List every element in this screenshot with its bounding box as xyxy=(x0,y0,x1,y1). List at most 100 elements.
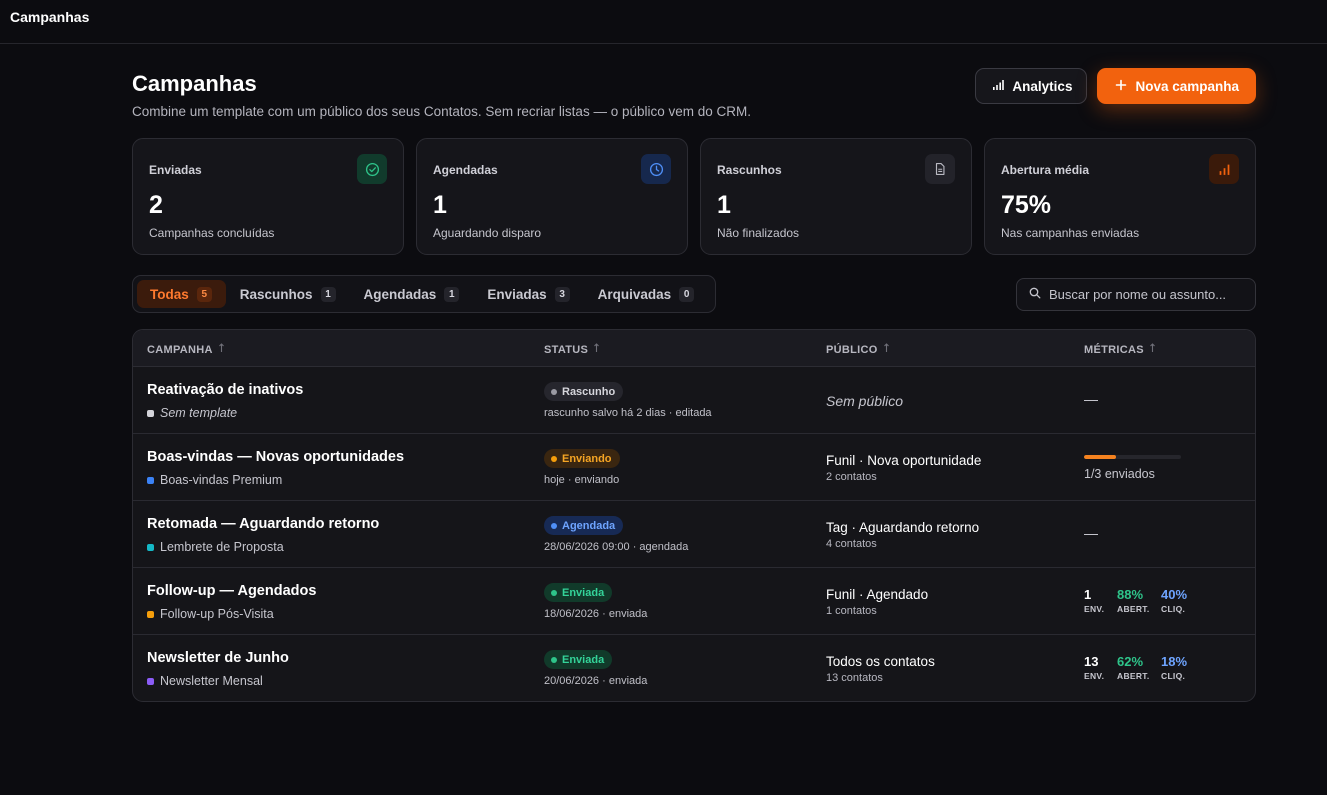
metric-sent: 1 ENV. xyxy=(1084,587,1117,614)
metric-value: 40% xyxy=(1161,587,1188,602)
tab-drafts[interactable]: Rascunhos 1 xyxy=(226,280,350,308)
campaign-name[interactable]: Newsletter de Junho xyxy=(147,650,289,666)
status-badge: Rascunho xyxy=(544,382,624,401)
campaign-template: Sem template xyxy=(147,406,237,420)
stat-sub: Aguardando disparo xyxy=(433,226,542,240)
status-label: Enviada xyxy=(562,653,605,666)
column-header-status[interactable]: STATUS xyxy=(544,343,600,356)
tab-label: Arquivadas xyxy=(597,286,672,302)
metric-open: 88% ABERT. xyxy=(1117,587,1161,614)
plus-icon xyxy=(1115,79,1127,94)
tab-scheduled[interactable]: Agendadas 1 xyxy=(350,280,474,308)
column-header-metrics[interactable]: MÉTRICAS xyxy=(1084,343,1156,356)
campaign-template: Boas-vindas Premium xyxy=(147,473,282,487)
template-name: Sem template xyxy=(160,406,238,420)
audience-count: 4 contatos xyxy=(826,538,877,550)
tab-all[interactable]: Todas 5 xyxy=(137,280,226,308)
new-campaign-button-label: Nova campanha xyxy=(1135,78,1239,94)
stat-card-scheduled: Agendadas 1 Aguardando disparo xyxy=(416,138,688,255)
status-detail: 18/06/2026 · enviada xyxy=(544,608,648,620)
status-dot xyxy=(551,455,557,462)
stat-label: Rascunhos xyxy=(717,163,782,177)
metric-label: ENV. xyxy=(1084,671,1105,681)
status-label: Agendada xyxy=(562,519,616,532)
check-circle-icon xyxy=(357,154,387,184)
column-header-label: CAMPANHA xyxy=(147,343,213,356)
send-progress-bar xyxy=(1084,455,1181,459)
stat-value: 75% xyxy=(1001,191,1052,219)
audience-count: 2 contatos xyxy=(826,471,877,483)
header-actions: Analytics Nova campanha xyxy=(975,68,1256,104)
stat-label: Enviadas xyxy=(149,163,202,177)
status-dot xyxy=(551,522,557,529)
status-detail: hoje · enviando xyxy=(544,474,620,486)
bar-chart-icon xyxy=(1209,154,1239,184)
audience-name: Tag · Aguardando retorno xyxy=(826,520,980,535)
table-row[interactable]: Boas-vindas — Novas oportunidades Boas-v… xyxy=(133,434,1255,501)
stat-value: 1 xyxy=(433,191,447,219)
send-progress-label: 1/3 enviados xyxy=(1084,467,1155,481)
template-color-dot xyxy=(147,677,154,685)
audience-name: Todos os contatos xyxy=(826,654,935,669)
campaign-name[interactable]: Retomada — Aguardando retorno xyxy=(147,516,379,532)
sort-icon xyxy=(218,343,225,356)
tab-label: Todas xyxy=(150,286,189,302)
status-dot xyxy=(551,388,557,395)
table-row[interactable]: Retomada — Aguardando retorno Lembrete d… xyxy=(133,501,1255,568)
status-detail: 20/06/2026 · enviada xyxy=(544,675,648,687)
search-input[interactable] xyxy=(1049,287,1243,302)
status-dot xyxy=(551,656,557,663)
metric-label: ABERT. xyxy=(1117,604,1150,614)
metric-open: 62% ABERT. xyxy=(1117,654,1161,681)
metric-label: ABERT. xyxy=(1117,671,1150,681)
stat-sub: Campanhas concluídas xyxy=(149,226,275,240)
tab-archived[interactable]: Arquivadas 0 xyxy=(584,280,709,308)
search-box[interactable] xyxy=(1016,278,1256,311)
status-tabs: Todas 5 Rascunhos 1 Agendadas 1 Enviadas… xyxy=(132,275,716,313)
metric-click: 40% CLIQ. xyxy=(1161,587,1187,614)
column-header-audience[interactable]: PÚBLICO xyxy=(826,343,890,356)
campaigns-table: CAMPANHA STATUS PÚBLICO MÉTRICAS Reativa… xyxy=(132,329,1256,702)
clock-icon xyxy=(641,154,671,184)
search-icon xyxy=(1029,286,1041,304)
status-badge: Enviada xyxy=(544,650,613,669)
bar-chart-icon xyxy=(992,79,1005,94)
tab-label: Rascunhos xyxy=(239,286,313,302)
new-campaign-button[interactable]: Nova campanha xyxy=(1097,68,1256,104)
stat-sub: Nas campanhas enviadas xyxy=(1001,226,1140,240)
status-label: Enviando xyxy=(562,452,612,465)
tab-count: 1 xyxy=(320,286,336,302)
status-detail: 28/06/2026 09:00 · agendada xyxy=(544,541,689,553)
table-row[interactable]: Follow-up — Agendados Follow-up Pós-Visi… xyxy=(133,568,1255,635)
column-header-label: MÉTRICAS xyxy=(1084,343,1144,356)
column-header-label: PÚBLICO xyxy=(826,343,878,356)
page-header: Campanhas Combine um template com um púb… xyxy=(132,68,1256,128)
template-color-dot xyxy=(147,610,154,618)
campaign-name[interactable]: Reativação de inativos xyxy=(147,382,303,398)
campaign-template: Newsletter Mensal xyxy=(147,674,263,688)
stat-label: Abertura média xyxy=(1001,163,1090,177)
campaign-template: Lembrete de Proposta xyxy=(147,540,284,554)
tab-count: 1 xyxy=(444,286,460,302)
tab-sent[interactable]: Enviadas 3 xyxy=(473,280,583,308)
metric-sent: 13 ENV. xyxy=(1084,654,1117,681)
audience-name: Funil · Agendado xyxy=(826,587,929,602)
campaign-name[interactable]: Follow-up — Agendados xyxy=(147,583,316,599)
stat-value: 1 xyxy=(717,191,731,219)
filters-row: Todas 5 Rascunhos 1 Agendadas 1 Enviadas… xyxy=(132,275,1256,313)
send-progress-fill xyxy=(1084,455,1117,459)
analytics-button-label: Analytics xyxy=(1012,78,1073,94)
table-row[interactable]: Newsletter de Junho Newsletter Mensal En… xyxy=(133,635,1255,701)
campaign-name[interactable]: Boas-vindas — Novas oportunidades xyxy=(147,449,404,465)
audience-empty: Sem público xyxy=(826,393,904,409)
table-row[interactable]: Reativação de inativos Sem template Rasc… xyxy=(133,367,1255,434)
topbar-title: Campanhas xyxy=(10,9,90,25)
metrics-empty: — xyxy=(1084,391,1098,407)
template-name: Follow-up Pós-Visita xyxy=(160,607,274,621)
column-header-campaign[interactable]: CAMPANHA xyxy=(147,343,225,356)
metric-value: 18% xyxy=(1161,654,1188,669)
top-bar: Campanhas xyxy=(0,0,1327,44)
template-name: Lembrete de Proposta xyxy=(160,540,284,554)
analytics-button[interactable]: Analytics xyxy=(975,68,1088,104)
audience-count: 13 contatos xyxy=(826,672,883,684)
